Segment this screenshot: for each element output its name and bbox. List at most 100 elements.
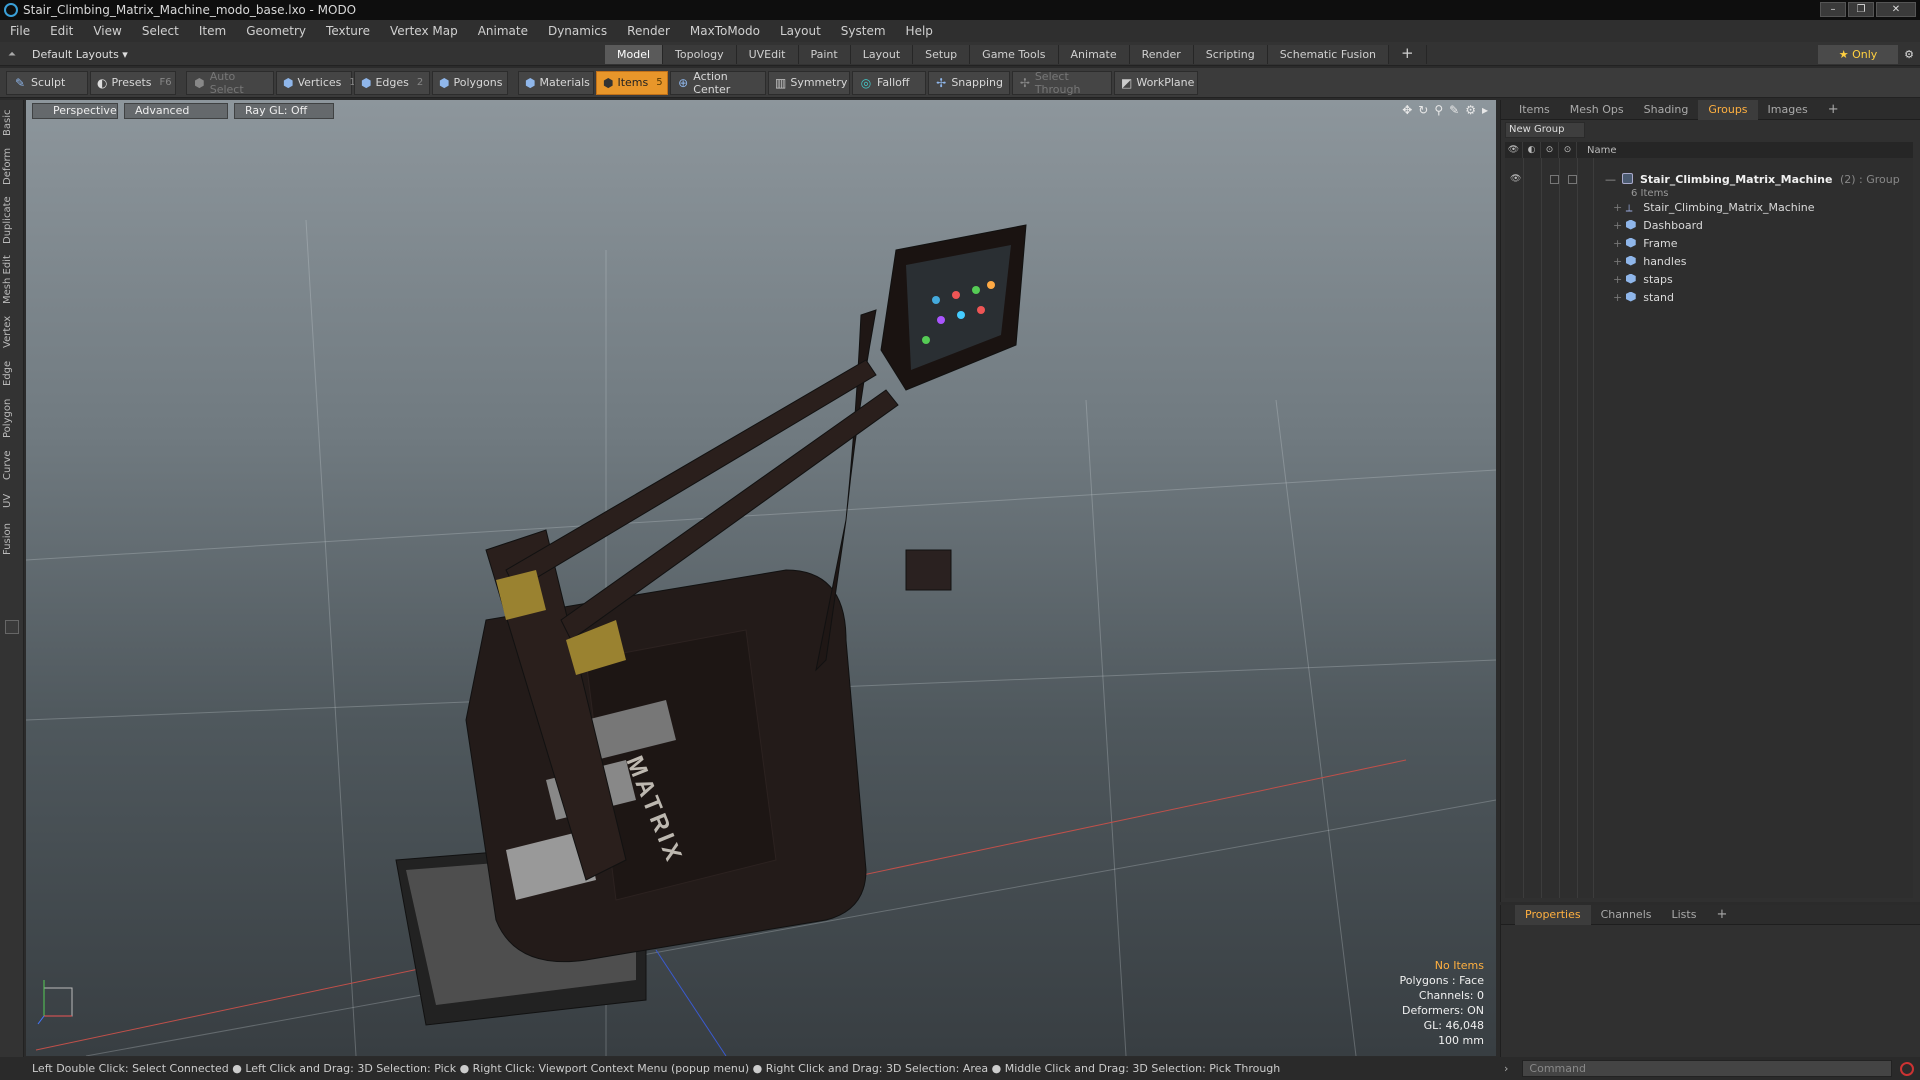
command-expand-icon[interactable]: › <box>1504 1062 1508 1075</box>
add-panel-tab-button[interactable]: + <box>1818 100 1849 120</box>
vtab-fusion[interactable]: Fusion <box>2 520 22 558</box>
tree-row-staps[interactable]: + staps <box>1505 270 1913 288</box>
tab-lists[interactable]: Lists <box>1662 905 1707 925</box>
menu-select[interactable]: Select <box>142 24 179 38</box>
minimize-button[interactable]: – <box>1820 2 1846 17</box>
shading-dropdown[interactable]: Advanced <box>124 103 228 119</box>
symmetry-button[interactable]: ▥ Symmetry <box>768 70 850 95</box>
expand-icon[interactable]: + <box>1613 255 1626 268</box>
tab-model[interactable]: Model <box>605 45 664 64</box>
menu-layout[interactable]: Layout <box>780 24 821 38</box>
items-button[interactable]: ⬢ Items 5 <box>596 70 668 95</box>
menu-texture[interactable]: Texture <box>326 24 370 38</box>
tab-images[interactable]: Images <box>1758 100 1818 120</box>
tab-uvedit[interactable]: UVEdit <box>736 45 799 64</box>
workplane-button[interactable]: ◩ WorkPlane <box>1114 70 1198 95</box>
expand-icon[interactable]: + <box>1613 237 1626 250</box>
vtab-edge[interactable]: Edge <box>2 358 22 388</box>
menu-file[interactable]: File <box>10 24 30 38</box>
menu-dynamics[interactable]: Dynamics <box>548 24 607 38</box>
tree-row-stand[interactable]: + stand <box>1505 288 1913 306</box>
tree-row-handles[interactable]: + handles <box>1505 252 1913 270</box>
lock-toggle[interactable] <box>1550 175 1559 184</box>
command-stop-icon[interactable] <box>1900 1061 1915 1076</box>
vtab-mesh-edit[interactable]: Mesh Edit <box>2 254 22 306</box>
tree-row-dashboard[interactable]: + Dashboard <box>1505 216 1913 234</box>
tab-mesh-ops[interactable]: Mesh Ops <box>1560 100 1634 120</box>
tab-game-tools[interactable]: Game Tools <box>970 45 1059 64</box>
falloff-button[interactable]: ◎ Falloff <box>852 70 926 95</box>
command-input[interactable]: Command <box>1522 1060 1893 1077</box>
menu-edit[interactable]: Edit <box>50 24 73 38</box>
tab-shading[interactable]: Shading <box>1634 100 1699 120</box>
tab-setup[interactable]: Setup <box>913 45 971 64</box>
tab-scripting[interactable]: Scripting <box>1193 45 1268 64</box>
tab-layout[interactable]: Layout <box>850 45 914 64</box>
expand-icon[interactable]: + <box>1613 201 1626 214</box>
scale-info: 100 mm <box>1438 1034 1484 1047</box>
vtab-uv[interactable]: UV <box>2 490 22 512</box>
menu-animate[interactable]: Animate <box>478 24 528 38</box>
vtab-vertex[interactable]: Vertex <box>2 314 22 350</box>
add-tab-button[interactable]: + <box>1389 45 1427 64</box>
tab-channels[interactable]: Channels <box>1591 905 1662 925</box>
menu-system[interactable]: System <box>841 24 886 38</box>
vertices-button[interactable]: ⬢ Vertices 1 <box>276 70 356 95</box>
snapping-button[interactable]: ✢ Snapping <box>928 70 1010 95</box>
tab-topology[interactable]: Topology <box>663 45 737 64</box>
vtab-polygon[interactable]: Polygon <box>2 396 22 440</box>
menu-render[interactable]: Render <box>627 24 670 38</box>
tab-items[interactable]: Items <box>1509 100 1560 120</box>
new-group-button[interactable]: New Group <box>1505 122 1585 138</box>
expand-icon[interactable]: + <box>1613 273 1626 286</box>
auto-select-button[interactable]: ⬢ Auto Select <box>186 69 274 96</box>
visibility-column-icon[interactable]: 👁 <box>1505 142 1523 158</box>
tab-schematic-fusion[interactable]: Schematic Fusion <box>1267 45 1390 64</box>
tab-properties[interactable]: Properties <box>1515 904 1591 925</box>
menu-item[interactable]: Item <box>199 24 226 38</box>
menu-vertex-map[interactable]: Vertex Map <box>390 24 458 38</box>
perspective-dropdown[interactable]: Perspective <box>32 103 118 119</box>
expand-icon[interactable]: + <box>1613 219 1626 232</box>
vtab-basic[interactable]: Basic <box>2 108 22 138</box>
tab-groups[interactable]: Groups <box>1698 99 1758 120</box>
lock-column-icon[interactable]: ⊙ <box>1541 142 1559 158</box>
close-button[interactable]: ✕ <box>1876 2 1916 17</box>
select-column-icon[interactable]: ⊙ <box>1559 142 1577 158</box>
raygl-dropdown[interactable]: Ray GL: Off <box>234 103 334 119</box>
tab-paint[interactable]: Paint <box>798 45 851 64</box>
select-through-button[interactable]: ✢ Select Through <box>1012 70 1112 96</box>
menu-help[interactable]: Help <box>906 24 933 38</box>
add-props-tab-button[interactable]: + <box>1706 905 1737 925</box>
render-column-icon[interactable]: ◐ <box>1523 142 1541 158</box>
polygons-button[interactable]: ⬢ Polygons <box>432 70 508 95</box>
tree-row-locator[interactable]: + ⟂ Stair_Climbing_Matrix_Machine <box>1505 198 1913 216</box>
vtab-duplicate[interactable]: Duplicate <box>2 194 22 246</box>
menu-view[interactable]: View <box>93 24 121 38</box>
tree-row-frame[interactable]: + Frame <box>1505 234 1913 252</box>
panel-toggle-button[interactable] <box>5 620 19 634</box>
gear-icon[interactable]: ⚙ <box>1900 45 1918 64</box>
menu-geometry[interactable]: Geometry <box>246 24 306 38</box>
layout-dropdown[interactable]: ⏶ Default Layouts ▾ <box>8 46 128 62</box>
materials-button[interactable]: ⬢ Materials <box>518 70 594 95</box>
collapse-up-icon[interactable]: ⏶ <box>8 49 18 60</box>
edges-button[interactable]: ⬢ Edges 2 <box>354 70 430 95</box>
only-button[interactable]: ★ Only <box>1818 45 1898 64</box>
tab-render[interactable]: Render <box>1129 45 1194 64</box>
auto-select-icon: ⬢ <box>194 75 205 90</box>
maximize-button[interactable]: ❐ <box>1848 2 1874 17</box>
presets-button[interactable]: ◐ Presets F6 <box>90 70 176 95</box>
name-column-header[interactable]: Name <box>1577 145 1617 156</box>
action-center-button[interactable]: ⊕ Action Center <box>670 70 766 96</box>
tab-animate[interactable]: Animate <box>1058 45 1130 64</box>
visibility-eye-icon[interactable]: 👁 <box>1510 174 1521 184</box>
expand-icon[interactable]: + <box>1613 291 1626 304</box>
vtab-deform[interactable]: Deform <box>2 146 22 186</box>
auto-select-label: Auto Select <box>209 69 244 96</box>
sculpt-button[interactable]: ✎ Sculpt <box>6 70 88 95</box>
vtab-curve[interactable]: Curve <box>2 448 22 482</box>
select-toggle[interactable] <box>1568 175 1577 184</box>
3d-viewport[interactable]: MATRIX ✥ ↻ ⚲ ✎ ⚙ ▸ No Items Polygons : F… <box>26 100 1496 1056</box>
menu-maxtomodo[interactable]: MaxToModo <box>690 24 760 38</box>
